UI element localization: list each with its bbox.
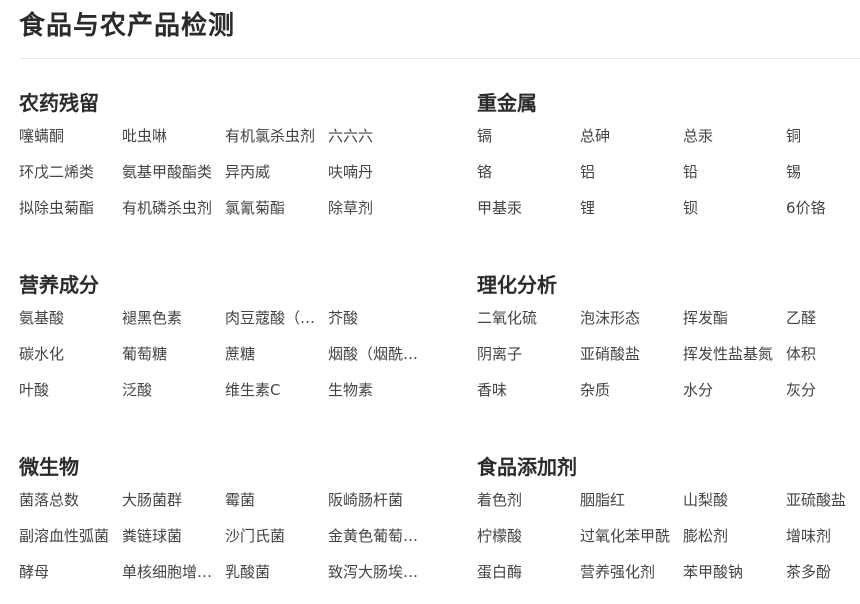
- list-item[interactable]: 霉菌: [225, 490, 328, 510]
- list-item[interactable]: 吡虫啉: [122, 126, 225, 146]
- section-title: 食品添加剂: [477, 455, 577, 479]
- page-title: 食品与农产品检测: [19, 11, 236, 41]
- list-item[interactable]: 过氧化苯甲酰: [580, 526, 683, 546]
- list-item[interactable]: 茶多酚: [786, 562, 860, 582]
- list-item[interactable]: 镉: [477, 126, 580, 146]
- section-title: 农药残留: [19, 91, 99, 115]
- list-item[interactable]: 六六六: [328, 126, 431, 146]
- page: 食品与农产品检测 农药残留 噻螨酮 吡虫啉 有机氯杀虫剂 六六六 环戊二烯类 氨…: [0, 0, 860, 604]
- section-title: 重金属: [477, 91, 537, 115]
- list-item[interactable]: 大肠菌群: [122, 490, 225, 510]
- list-item[interactable]: 锡: [786, 162, 860, 182]
- list-item[interactable]: 6价铬: [786, 198, 860, 218]
- list-item[interactable]: 除草剂: [328, 198, 431, 218]
- list-item[interactable]: 总汞: [683, 126, 786, 146]
- list-item[interactable]: 褪黑色素: [122, 308, 225, 328]
- list-item[interactable]: 柠檬酸: [477, 526, 580, 546]
- title-divider: [19, 58, 860, 59]
- list-item[interactable]: 钡: [683, 198, 786, 218]
- list-item[interactable]: 膨松剂: [683, 526, 786, 546]
- list-item[interactable]: 铅: [683, 162, 786, 182]
- list-item[interactable]: 粪链球菌: [122, 526, 225, 546]
- list-item[interactable]: 菌落总数: [19, 490, 122, 510]
- list-item[interactable]: 呋喃丹: [328, 162, 431, 182]
- list-item[interactable]: 拟除虫菊酯: [19, 198, 122, 218]
- list-item[interactable]: 山梨酸: [683, 490, 786, 510]
- section-heavy-metals: 重金属 镉 总砷 总汞 铜 铬 铝 铅 锡 甲基汞 锂 钡 6价铬: [477, 90, 860, 234]
- list-item[interactable]: 杂质: [580, 380, 683, 400]
- section-item-list: 噻螨酮 吡虫啉 有机氯杀虫剂 六六六 环戊二烯类 氨基甲酸酯类 异丙威 呋喃丹 …: [19, 126, 439, 234]
- list-item[interactable]: 苯甲酸钠: [683, 562, 786, 582]
- list-item[interactable]: 灰分: [786, 380, 860, 400]
- list-item[interactable]: 异丙威: [225, 162, 328, 182]
- section-nutrients: 营养成分 氨基酸 褪黑色素 肉豆蔻酸（十四酸） 芥酸 碳水化 葡萄糖 蔗糖 烟酸…: [19, 272, 439, 416]
- list-item[interactable]: 单核细胞增生李斯特菌: [122, 562, 225, 582]
- list-item[interactable]: 氯氰菊酯: [225, 198, 328, 218]
- list-item[interactable]: 增味剂: [786, 526, 860, 546]
- list-item[interactable]: 着色剂: [477, 490, 580, 510]
- section-item-list: 二氧化硫 泡沫形态 挥发酯 乙醛 阴离子 亚硝酸盐 挥发性盐基氮 体积 香味 杂…: [477, 308, 860, 416]
- list-item[interactable]: 维生素C: [225, 380, 328, 400]
- list-item[interactable]: 泛酸: [122, 380, 225, 400]
- section-item-list: 着色剂 胭脂红 山梨酸 亚硫酸盐 柠檬酸 过氧化苯甲酰 膨松剂 增味剂 蛋白酶 …: [477, 490, 860, 598]
- list-item[interactable]: 甲基汞: [477, 198, 580, 218]
- list-item[interactable]: 碳水化: [19, 344, 122, 364]
- list-item[interactable]: 噻螨酮: [19, 126, 122, 146]
- list-item[interactable]: 乳酸菌: [225, 562, 328, 582]
- list-item[interactable]: 挥发酯: [683, 308, 786, 328]
- list-item[interactable]: 铝: [580, 162, 683, 182]
- list-item[interactable]: 水分: [683, 380, 786, 400]
- list-item[interactable]: 沙门氏菌: [225, 526, 328, 546]
- section-title: 营养成分: [19, 273, 99, 297]
- list-item[interactable]: 营养强化剂: [580, 562, 683, 582]
- section-title: 微生物: [19, 455, 79, 479]
- list-item[interactable]: 亚硝酸盐: [580, 344, 683, 364]
- list-item[interactable]: 蛋白酶: [477, 562, 580, 582]
- list-item[interactable]: 阪崎肠杆菌: [328, 490, 431, 510]
- list-item[interactable]: 锂: [580, 198, 683, 218]
- section-title: 理化分析: [477, 273, 557, 297]
- list-item[interactable]: 致泻大肠埃希氏菌: [328, 562, 431, 582]
- list-item[interactable]: 生物素: [328, 380, 431, 400]
- list-item[interactable]: 芥酸: [328, 308, 431, 328]
- list-item[interactable]: 泡沫形态: [580, 308, 683, 328]
- list-item[interactable]: 肉豆蔻酸（十四酸）: [225, 308, 328, 328]
- section-pesticide-residue: 农药残留 噻螨酮 吡虫啉 有机氯杀虫剂 六六六 环戊二烯类 氨基甲酸酯类 异丙威…: [19, 90, 439, 234]
- section-item-list: 氨基酸 褪黑色素 肉豆蔻酸（十四酸） 芥酸 碳水化 葡萄糖 蔗糖 烟酸（烟酰胺）…: [19, 308, 439, 416]
- list-item[interactable]: 副溶血性弧菌: [19, 526, 122, 546]
- list-item[interactable]: 体积: [786, 344, 860, 364]
- section-item-list: 菌落总数 大肠菌群 霉菌 阪崎肠杆菌 副溶血性弧菌 粪链球菌 沙门氏菌 金黄色葡…: [19, 490, 439, 598]
- list-item[interactable]: 香味: [477, 380, 580, 400]
- list-item[interactable]: 有机磷杀虫剂: [122, 198, 225, 218]
- list-item[interactable]: 氨基酸: [19, 308, 122, 328]
- section-item-list: 镉 总砷 总汞 铜 铬 铝 铅 锡 甲基汞 锂 钡 6价铬: [477, 126, 860, 234]
- section-microbiology: 微生物 菌落总数 大肠菌群 霉菌 阪崎肠杆菌 副溶血性弧菌 粪链球菌 沙门氏菌 …: [19, 454, 439, 598]
- list-item[interactable]: 亚硫酸盐: [786, 490, 860, 510]
- section-food-additives: 食品添加剂 着色剂 胭脂红 山梨酸 亚硫酸盐 柠檬酸 过氧化苯甲酰 膨松剂 增味…: [477, 454, 860, 598]
- list-item[interactable]: 有机氯杀虫剂: [225, 126, 328, 146]
- list-item[interactable]: 叶酸: [19, 380, 122, 400]
- list-item[interactable]: 胭脂红: [580, 490, 683, 510]
- list-item[interactable]: 总砷: [580, 126, 683, 146]
- list-item[interactable]: 阴离子: [477, 344, 580, 364]
- list-item[interactable]: 金黄色葡萄球菌: [328, 526, 431, 546]
- list-item[interactable]: 蔗糖: [225, 344, 328, 364]
- section-physicochemical: 理化分析 二氧化硫 泡沫形态 挥发酯 乙醛 阴离子 亚硝酸盐 挥发性盐基氮 体积…: [477, 272, 860, 416]
- list-item[interactable]: 环戊二烯类: [19, 162, 122, 182]
- list-item[interactable]: 氨基甲酸酯类: [122, 162, 225, 182]
- list-item[interactable]: 二氧化硫: [477, 308, 580, 328]
- list-item[interactable]: 铜: [786, 126, 860, 146]
- list-item[interactable]: 酵母: [19, 562, 122, 582]
- list-item[interactable]: 挥发性盐基氮: [683, 344, 786, 364]
- list-item[interactable]: 葡萄糖: [122, 344, 225, 364]
- list-item[interactable]: 乙醛: [786, 308, 860, 328]
- list-item[interactable]: 铬: [477, 162, 580, 182]
- list-item[interactable]: 烟酸（烟酰胺）: [328, 344, 431, 364]
